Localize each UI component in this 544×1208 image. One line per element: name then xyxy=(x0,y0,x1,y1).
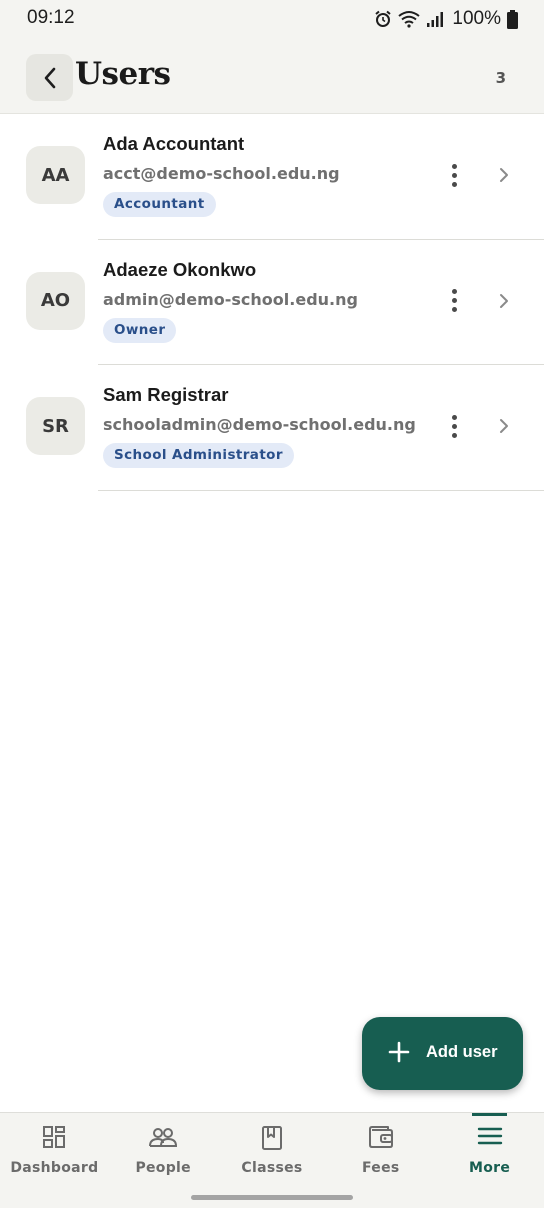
chevron-right-icon xyxy=(500,419,508,433)
nav-label: Fees xyxy=(362,1160,400,1176)
user-email: schooladmin@demo-school.edu.ng xyxy=(103,415,416,434)
status-bar: 09:12 100% xyxy=(0,0,544,38)
list-item[interactable]: SR Sam Registrar schooladmin@demo-school… xyxy=(0,365,544,491)
avatar: SR xyxy=(26,397,85,455)
chevron-right-icon xyxy=(500,168,508,182)
nav-item-classes[interactable]: Classes xyxy=(218,1113,327,1191)
battery-level: 100% xyxy=(452,8,501,29)
status-icons: 100% xyxy=(374,7,518,31)
more-options-button[interactable] xyxy=(440,158,468,192)
user-name: Sam Registrar xyxy=(103,384,229,405)
user-email: admin@demo-school.edu.ng xyxy=(103,289,358,309)
nav-item-fees[interactable]: Fees xyxy=(326,1113,435,1191)
chevron-right-icon xyxy=(500,293,508,308)
more-options-button[interactable] xyxy=(440,409,468,443)
user-name: Adaeze Okonkwo xyxy=(103,258,257,280)
nav-label: Classes xyxy=(241,1160,303,1176)
role-badge: Owner xyxy=(103,317,177,343)
role-badge: Accountant xyxy=(103,192,216,217)
alarm-icon xyxy=(375,10,392,27)
user-list: AA Ada Accountant acct@demo-school.edu.n… xyxy=(0,114,544,491)
menu-icon xyxy=(477,1127,502,1145)
more-options-button[interactable] xyxy=(440,284,468,318)
nav-item-more[interactable]: More xyxy=(435,1113,544,1191)
user-count: 3 xyxy=(495,69,506,87)
add-user-label: Add user xyxy=(426,1043,498,1061)
nav-label: More xyxy=(469,1160,511,1176)
nav-label: Dashboard xyxy=(10,1160,99,1176)
list-item[interactable]: AA Ada Accountant acct@demo-school.edu.n… xyxy=(0,114,544,240)
role-badge: School Administrator xyxy=(103,443,294,468)
home-indicator[interactable] xyxy=(191,1195,353,1200)
signal-icon xyxy=(427,12,444,27)
back-button[interactable] xyxy=(26,54,73,101)
avatar: AA xyxy=(26,146,85,204)
user-email: acct@demo-school.edu.ng xyxy=(103,164,340,183)
battery-icon xyxy=(507,9,518,29)
plus-icon xyxy=(388,1041,410,1063)
wifi-icon xyxy=(398,11,421,28)
avatar: AO xyxy=(26,271,85,330)
wallet-icon xyxy=(368,1126,393,1148)
add-user-button[interactable]: Add user xyxy=(362,1017,523,1090)
people-icon xyxy=(149,1128,178,1147)
divider xyxy=(98,489,544,491)
app-bar: Users 3 xyxy=(0,38,544,114)
nav-label: People xyxy=(135,1160,191,1176)
dashboard-icon xyxy=(43,1126,66,1148)
book-icon xyxy=(261,1126,282,1150)
nav-item-people[interactable]: People xyxy=(109,1113,218,1191)
list-item[interactable]: AO Adaeze Okonkwo admin@demo-school.edu.… xyxy=(0,240,544,365)
status-time: 09:12 xyxy=(27,7,75,28)
chevron-left-icon xyxy=(44,67,55,88)
bottom-nav: Dashboard People Classes Fees More xyxy=(0,1112,544,1208)
page-title: Users xyxy=(75,56,171,92)
nav-item-dashboard[interactable]: Dashboard xyxy=(0,1113,109,1191)
user-name: Ada Accountant xyxy=(103,133,245,154)
